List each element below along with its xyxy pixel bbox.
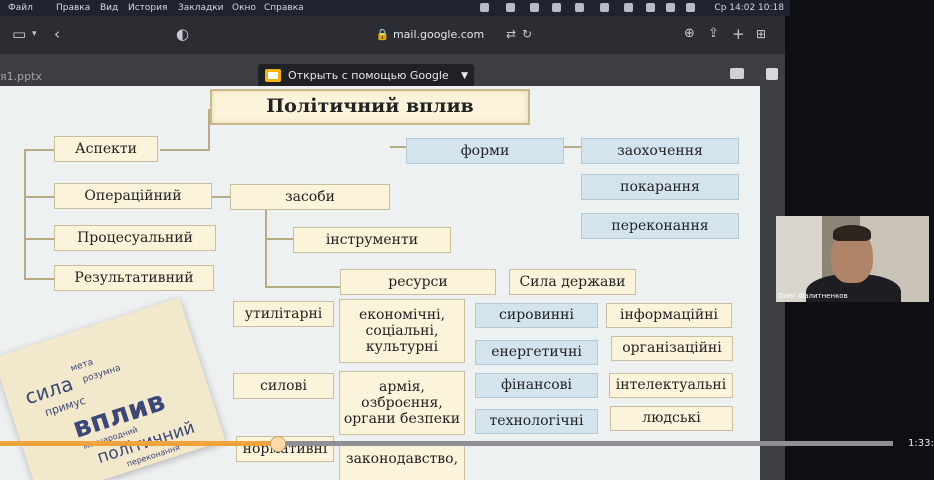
tray-wifi-icon[interactable] [624, 3, 633, 12]
sidebar-icon[interactable]: ▭ [12, 26, 26, 42]
translate-icon[interactable]: ⇄ [506, 26, 516, 42]
system-menubar: Файл Правка Вид История Закладки Окно Сп… [0, 0, 790, 16]
google-slides-icon [265, 69, 281, 82]
connector-line [24, 196, 54, 198]
video-progress-fill [0, 441, 277, 446]
tray-word-icon[interactable] [480, 3, 489, 12]
menubar-clock: Ср 14:02 10:18 [714, 3, 784, 13]
menu-window[interactable]: Окно [232, 3, 256, 13]
open-with-google-slides-button[interactable]: Открыть с помощью Google Пр... ▼ [258, 64, 474, 106]
tab-overview-icon[interactable]: ⊞ [756, 26, 766, 42]
file-name: я1.pptx [0, 70, 42, 83]
participant-hair [833, 225, 871, 241]
connector-line [24, 149, 26, 279]
method-encouragement: заохочення [581, 138, 739, 164]
resource-type-utilitarian: утилітарні [233, 301, 334, 327]
instruments-box: інструменти [293, 227, 451, 253]
more-icon[interactable] [766, 68, 778, 80]
connector-line [24, 278, 54, 280]
state-resource-energy: енергетичні [475, 340, 598, 365]
tray-battery-icon[interactable] [575, 3, 584, 12]
presentation-slide: Політичний вплив Аспекти Операційний Про… [0, 86, 760, 480]
state-resource-intellectual: інтелектуальні [609, 373, 733, 398]
aspect-operational: Операційний [54, 183, 212, 209]
share-icon[interactable]: ⇪ [708, 26, 719, 42]
lock-icon: 🔒 [375, 28, 390, 41]
connector-line [265, 238, 295, 240]
video-progress-bar[interactable] [0, 436, 893, 452]
aspect-resultative: Результативний [54, 265, 214, 291]
tray-bluetooth-icon[interactable] [600, 3, 609, 12]
state-resource-financial: фінансові [475, 373, 598, 398]
dropdown-arrow-icon[interactable]: ▼ [461, 64, 468, 88]
method-punishment: покарання [581, 174, 739, 200]
chevron-down-icon[interactable]: ▾ [32, 26, 37, 42]
download-icon[interactable]: ⊕ [684, 26, 695, 42]
shield-icon[interactable]: ◐ [176, 26, 189, 42]
resources-box: ресурси [340, 269, 496, 295]
state-resource-human: людські [610, 406, 733, 431]
resource-kind-legislation: законодавство, [339, 444, 465, 480]
webcam-video: Олег Фалитненков [776, 216, 929, 302]
tray-search-icon[interactable] [646, 3, 655, 12]
tray-app-icon[interactable] [506, 3, 515, 12]
tray-vpn-icon[interactable] [552, 3, 561, 12]
wordcloud-image: сила мета розумна примус вплив міжнародн… [0, 297, 226, 480]
connector-line [265, 208, 267, 288]
print-icon[interactable] [730, 68, 744, 79]
connector-line [564, 146, 582, 148]
resource-kind-economic: економічні, соціальні, культурні [339, 299, 465, 363]
address-bar[interactable]: 🔒 mail.google.com [300, 25, 560, 45]
progress-knob[interactable] [269, 436, 286, 452]
forms-box: форми [406, 138, 564, 164]
slide-title: Політичний вплив [210, 89, 530, 125]
participant-name: Олег Фалитненков [778, 292, 848, 300]
resource-type-force: силові [233, 373, 334, 399]
aspects-box: Аспекти [54, 136, 158, 162]
connector-line [160, 149, 210, 151]
method-persuasion: переконання [581, 213, 739, 239]
browser-toolbar: ▭ ▾ ‹ ◐ 🔒 mail.google.com ⇄ ↻ ⊕ ⇪ + ⊞ [0, 16, 785, 54]
resource-kind-army: армія, озброєння, органи безпеки [339, 371, 465, 435]
menu-view[interactable]: Вид [100, 3, 118, 13]
menu-edit[interactable]: Правка [56, 3, 90, 13]
connector-line [265, 286, 345, 288]
state-resource-raw: сировинні [475, 303, 598, 328]
back-icon[interactable]: ‹ [54, 26, 60, 42]
connector-line [24, 238, 54, 240]
menu-bookmarks[interactable]: Закладки [178, 3, 224, 13]
video-timestamp: 1:33:4 [908, 438, 934, 449]
state-resource-tech: технологічні [475, 409, 598, 434]
menu-history[interactable]: История [128, 3, 167, 13]
aspect-procedural: Процесуальний [54, 225, 216, 251]
address-text: mail.google.com [392, 28, 485, 41]
tray-control-center-icon[interactable] [666, 3, 675, 12]
state-resource-information: інформаційні [606, 303, 732, 328]
tray-sync-icon[interactable] [530, 3, 539, 12]
state-resource-organizational: організаційні [611, 336, 733, 361]
tray-siri-icon[interactable] [686, 3, 695, 12]
reload-icon[interactable]: ↻ [522, 26, 532, 42]
new-tab-icon[interactable]: + [732, 26, 745, 42]
state-power-box: Сила держави [509, 269, 636, 295]
menu-help[interactable]: Справка [264, 3, 304, 13]
connector-line [212, 196, 232, 198]
means-box: засоби [230, 184, 390, 210]
menu-file[interactable]: Файл [8, 3, 33, 13]
